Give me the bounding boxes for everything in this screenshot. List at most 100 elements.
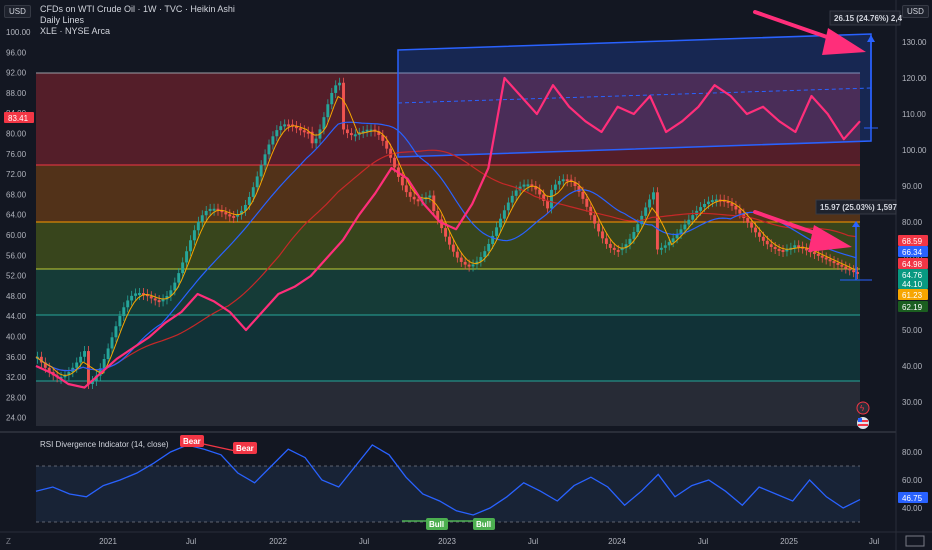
candle-body (706, 201, 710, 204)
candle-body (185, 251, 189, 263)
candle-body (349, 133, 353, 136)
left-axis-tick: 40.00 (6, 333, 27, 342)
candle-body (781, 250, 785, 253)
rsi-axis-tick: 60.00 (902, 476, 923, 485)
candle-body (683, 224, 687, 230)
time-axis-tick: Jul (359, 537, 369, 546)
price-badge: 44.10 (902, 280, 923, 289)
flag-stripe (858, 424, 868, 426)
bull-label-2: Bull (476, 520, 491, 529)
candle-body (283, 124, 287, 127)
candle-body (302, 130, 306, 133)
candle-body (765, 240, 769, 245)
candle-body (298, 128, 302, 131)
candle-body (710, 200, 714, 203)
candle-body (412, 196, 416, 200)
candle-body (840, 264, 844, 267)
time-axis-tick: 2024 (608, 537, 626, 546)
candle-body (247, 196, 251, 205)
candle-body (138, 293, 141, 296)
candle-body (122, 307, 126, 317)
candle-body (149, 296, 153, 299)
left-axis-tick: 72.00 (6, 170, 27, 179)
left-axis-tick: 64.00 (6, 211, 27, 220)
left-axis-tick: 56.00 (6, 251, 27, 260)
candle-body (487, 243, 491, 252)
candle-body (746, 218, 750, 223)
candle-body (616, 249, 620, 252)
right-currency-button[interactable]: USD (902, 5, 929, 18)
right-axis-tick: 30.00 (902, 398, 923, 407)
candle-body (750, 222, 754, 228)
chart-canvas[interactable]: 100.0096.0092.0088.0084.0080.0076.0072.0… (0, 0, 932, 550)
candle-body (177, 273, 181, 283)
candle-body (601, 231, 604, 239)
rsi-badge: 46.75 (902, 494, 923, 503)
candle-body (87, 351, 90, 385)
right-axis-tick: 50.00 (902, 326, 923, 335)
candle-body (208, 208, 212, 211)
legend-line-3[interactable]: XLE · NYSE Arca (40, 26, 235, 37)
candle-body (189, 240, 192, 252)
price-channel[interactable] (397, 33, 872, 158)
left-axis-tick: 60.00 (6, 231, 27, 240)
candle-body (232, 215, 236, 218)
candle-body (400, 176, 404, 186)
candle-body (608, 243, 612, 248)
candle-body (428, 195, 432, 198)
bull-label-1: Bull (429, 520, 444, 529)
candle-body (671, 238, 675, 243)
candle-body (334, 85, 338, 93)
candle-body (459, 257, 463, 262)
candle-body (483, 251, 487, 258)
left-axis-tick: 24.00 (6, 414, 27, 423)
candle-body (848, 268, 852, 271)
candle-body (275, 130, 279, 137)
candle-body (408, 192, 412, 197)
candle-body (345, 129, 349, 134)
candle-body (393, 157, 396, 168)
candle-body (251, 187, 255, 197)
z-icon[interactable]: Z (6, 537, 11, 546)
candle-body (852, 270, 856, 273)
rsi-band (36, 466, 860, 522)
candle-body (416, 199, 420, 202)
candle-body (663, 245, 667, 248)
candle-body (287, 124, 291, 127)
candle-body (161, 299, 165, 302)
left-axis-tick: 100.00 (6, 28, 31, 37)
legend-line-2[interactable]: Daily Lines (40, 15, 235, 26)
left-axis-tick: 52.00 (6, 272, 27, 281)
candle-body (279, 126, 283, 131)
candle-body (844, 266, 848, 269)
candle-body (687, 219, 691, 225)
candle-body (816, 253, 820, 256)
candle-body (699, 207, 703, 211)
candle-body (546, 200, 550, 209)
candle-body (353, 134, 357, 137)
left-axis-tick: 68.00 (6, 190, 27, 199)
time-axis-tick: Jul (698, 537, 708, 546)
candle-body (797, 245, 801, 248)
right-axis-tick: 120.00 (902, 74, 927, 83)
candle-body (110, 337, 114, 349)
candle-body (793, 245, 797, 248)
candle-body (757, 232, 761, 237)
zone-orange (36, 165, 860, 222)
candle-body (632, 232, 636, 239)
candle-body (644, 207, 648, 216)
candle-body (510, 195, 514, 203)
candle-body (118, 316, 122, 327)
left-currency-button[interactable]: USD (4, 5, 31, 18)
price-badge: 68.59 (902, 237, 923, 246)
candle-body (499, 218, 502, 228)
bear-label-2: Bear (236, 444, 254, 453)
left-axis-tick: 36.00 (6, 353, 27, 362)
candle-body (777, 248, 781, 251)
candle-body (322, 117, 326, 130)
chart-title[interactable]: CFDs on WTI Crude Oil · 1W · TVC · Heiki… (40, 4, 235, 15)
candle-body (271, 136, 275, 145)
candle-body (581, 191, 585, 199)
candle-body (502, 210, 506, 219)
time-axis-tick: Jul (528, 537, 538, 546)
